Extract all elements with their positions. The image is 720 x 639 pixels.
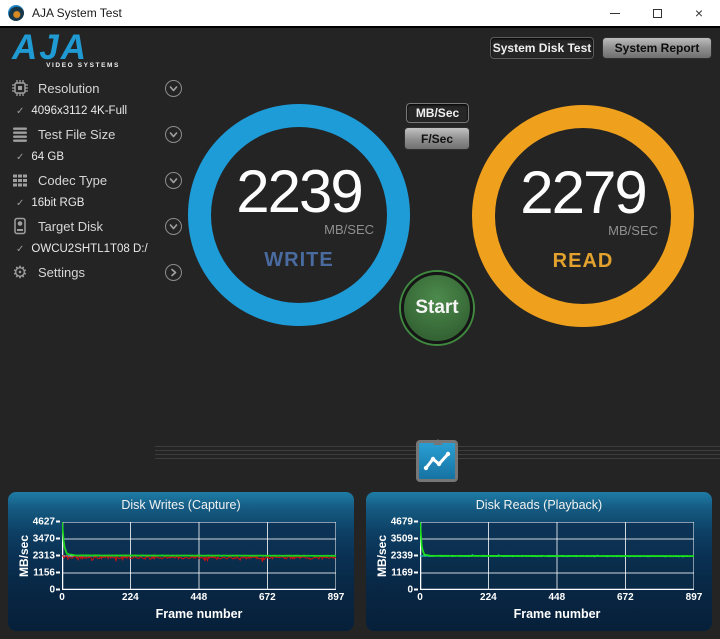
chevron-down-icon[interactable] <box>165 79 182 97</box>
sidebar-item-codec-type[interactable]: Codec Type <box>10 168 182 192</box>
write-gauge-label: WRITE <box>264 249 334 271</box>
minimize-icon <box>610 12 620 14</box>
maximize-icon <box>652 8 662 18</box>
sidebar-value-text: 16bit RGB <box>31 197 85 209</box>
disk-icon <box>10 217 30 235</box>
disk-writes-chart <box>62 522 336 590</box>
close-icon: × <box>694 5 704 21</box>
sidebar-item-settings[interactable]: ⚙ Settings <box>10 260 182 284</box>
x-tick-label: 672 <box>258 592 276 603</box>
aja-system-test-window: AJA System Test × AJA VIDEO SYSTEMS Syst… <box>0 0 720 639</box>
x-tick-label: 224 <box>122 592 139 603</box>
layers-icon <box>10 125 30 143</box>
y-tick-label: 4679 <box>391 517 418 528</box>
sidebar-value-test-file-size: ✓ 64 GB <box>10 146 182 168</box>
window-title: AJA System Test <box>32 6 122 20</box>
sidebar-value-target-disk: ✓ OWCU2SHTL1T08 D:/ <box>10 238 182 260</box>
gear-icon: ⚙ <box>12 262 28 282</box>
sidebar-item-label: Target Disk <box>38 218 104 234</box>
mb-per-sec-toggle[interactable]: MB/Sec <box>406 103 469 123</box>
line-chart-icon <box>423 451 451 471</box>
disk-reads-title: Disk Reads (Playback) <box>475 498 603 512</box>
sidebar-value-text: 4096x3112 4K-Full <box>31 105 128 117</box>
y-tick-label: 1156 <box>33 568 60 579</box>
close-button[interactable]: × <box>678 0 720 27</box>
check-icon: ✓ <box>16 197 25 209</box>
chevron-right-icon[interactable] <box>165 263 182 281</box>
sidebar-item-label: Resolution <box>38 80 100 96</box>
start-button-label: Start <box>415 297 459 318</box>
check-icon: ✓ <box>16 105 25 117</box>
sidebar-value-text: 64 GB <box>31 151 64 163</box>
window-controls: × <box>594 0 720 27</box>
write-speed-unit: MB/SEC <box>324 222 374 237</box>
sidebar-item-label: Codec Type <box>38 172 108 188</box>
read-speed-value: 2279 <box>520 159 647 226</box>
y-tick-label: 2339 <box>391 551 418 562</box>
minimize-button[interactable] <box>594 0 636 27</box>
chevron-down-icon[interactable] <box>165 125 182 143</box>
read-gauge-label: READ <box>552 250 614 272</box>
check-icon: ✓ <box>16 243 25 255</box>
sidebar-value-text: OWCU2SHTL1T08 D:/ <box>31 243 148 255</box>
disk-reads-chart <box>420 522 694 590</box>
disk-writes-panel: Disk Writes (Capture) MB/sec 0 1156 2313 34… <box>8 492 354 631</box>
disk-reads-xlabel: Frame number <box>513 607 601 621</box>
disk-reads-panel: Disk Reads (Playback) MB/sec 0 1169 2339 35… <box>366 492 712 631</box>
disk-writes-yticks: 0 1156 2313 3470 4627 <box>18 517 60 596</box>
y-tick-label: 2313 <box>33 551 60 562</box>
sidebar-item-label: Test File Size <box>38 126 116 142</box>
disk-writes-xlabel: Frame number <box>155 607 243 621</box>
disk-reads-yticks: 0 1169 2339 3509 4679 <box>376 517 418 596</box>
chip-icon <box>10 79 30 97</box>
disk-writes-title: Disk Writes (Capture) <box>121 498 241 512</box>
check-icon: ✓ <box>16 151 25 163</box>
maximize-button[interactable] <box>636 0 678 27</box>
graph-panel-toggle-button[interactable] <box>416 439 458 482</box>
title-bar: AJA System Test × <box>0 0 720 28</box>
y-tick-label: 3470 <box>33 534 60 545</box>
x-tick-label: 448 <box>548 592 566 603</box>
system-report-button[interactable]: System Report <box>602 37 712 59</box>
sidebar-item-label: Settings <box>38 264 85 280</box>
sidebar-value-codec-type: ✓ 16bit RGB <box>10 192 182 214</box>
read-speed-unit: MB/SEC <box>608 223 658 238</box>
y-tick-label: 3509 <box>391 534 418 545</box>
x-tick-label: 0 <box>59 592 65 603</box>
frames-per-sec-toggle[interactable]: F/Sec <box>404 127 470 150</box>
chevron-down-icon[interactable] <box>165 171 182 189</box>
x-tick-label: 672 <box>616 592 634 603</box>
y-tick-label: 1169 <box>391 568 418 579</box>
sidebar: Resolution ✓ 4096x3112 4K-Full Test File Si… <box>10 76 182 284</box>
disk-reads-xticks: 0 224 448 672 897 <box>417 592 702 604</box>
disk-writes-xticks: 0 224 448 672 897 <box>59 592 344 604</box>
x-tick-label: 0 <box>417 592 423 603</box>
app-icon <box>8 5 24 21</box>
aja-logo: AJA VIDEO SYSTEMS <box>12 28 120 69</box>
sidebar-item-target-disk[interactable]: Target Disk <box>10 214 182 238</box>
x-tick-label: 448 <box>190 592 208 603</box>
sidebar-item-test-file-size[interactable]: Test File Size <box>10 122 182 146</box>
sidebar-value-resolution: ✓ 4096x3112 4K-Full <box>10 100 182 122</box>
read-gauge: 2279 MB/SEC READ <box>472 105 694 327</box>
start-button[interactable]: Start <box>401 272 473 344</box>
x-tick-label: 897 <box>327 592 345 603</box>
write-gauge: 2239 MB/SEC WRITE <box>188 104 410 326</box>
aja-logo-text: AJA <box>12 28 89 67</box>
sidebar-item-resolution[interactable]: Resolution <box>10 76 182 100</box>
x-tick-label: 224 <box>480 592 497 603</box>
system-disk-test-button[interactable]: System Disk Test <box>490 37 594 59</box>
write-speed-value: 2239 <box>236 158 363 225</box>
codec-icon <box>10 171 30 189</box>
chevron-down-icon[interactable] <box>165 217 182 235</box>
x-tick-label: 897 <box>685 592 703 603</box>
y-tick-label: 4627 <box>33 517 60 528</box>
